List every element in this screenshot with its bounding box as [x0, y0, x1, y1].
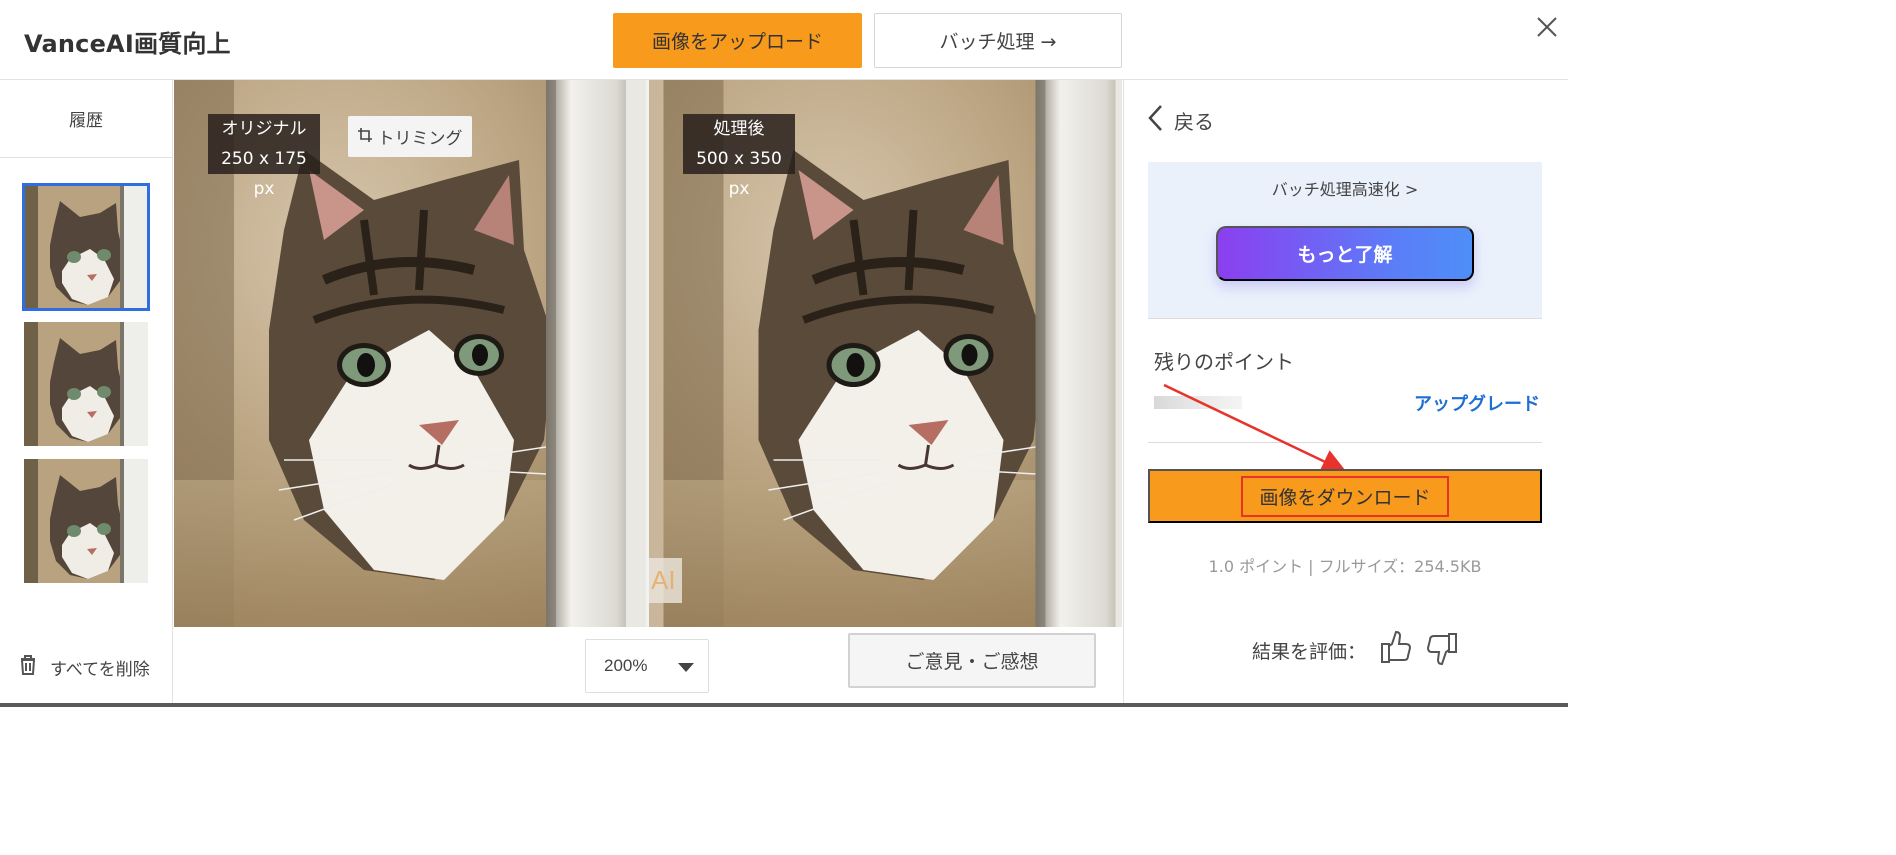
chevron-down-icon — [678, 663, 694, 672]
result-panel: 戻る バッチ処理高速化 > もっと了解 残りのポイント アップグレード 画像をダ… — [1123, 80, 1568, 703]
download-label: 画像をダウンロード — [1241, 475, 1449, 517]
back-label: 戻る — [1174, 110, 1214, 134]
original-info-tag: オリジナル 250 x 175 px — [208, 114, 320, 199]
app-title: VanceAI画質向上 — [24, 30, 231, 58]
promo-banner: バッチ処理高速化 > もっと了解 — [1148, 162, 1542, 318]
batch-processing-button[interactable]: バッチ処理 → — [874, 13, 1122, 68]
feedback-button[interactable]: ご意見・ご感想 — [848, 633, 1096, 688]
annotation-arrow — [1163, 383, 1347, 473]
viewer-bottom-bar: 200% ご意見・ご感想 — [174, 627, 1122, 703]
upload-image-button[interactable]: 画像をアップロード — [613, 13, 862, 68]
trash-icon — [18, 654, 38, 681]
divider — [1148, 318, 1542, 319]
remaining-points-title: 残りのポイント — [1154, 350, 1294, 374]
rate-label: 結果を評価： — [1252, 641, 1367, 663]
history-thumbnail[interactable] — [24, 459, 148, 583]
processed-label: 処理後 — [713, 119, 765, 139]
history-thumbnail[interactable] — [22, 183, 150, 311]
upgrade-link[interactable]: アップグレード — [1414, 390, 1540, 416]
back-button[interactable]: 戻る — [1146, 104, 1214, 137]
history-title: 履歴 — [0, 80, 172, 158]
zoom-value: 200% — [604, 656, 648, 675]
delete-all-label: すべてを削除 — [50, 660, 150, 680]
processed-info-tag: 処理後 500 x 350 px — [683, 114, 795, 199]
promo-link[interactable]: バッチ処理高速化 > — [1148, 176, 1542, 200]
history-thumbnail[interactable] — [24, 322, 148, 446]
window-bottom-edge — [0, 703, 1568, 707]
history-sidebar: 履歴 すべてを削除 — [0, 80, 173, 703]
learn-more-button[interactable]: もっと了解 — [1216, 226, 1474, 281]
processed-size: 500 x 350 px — [696, 149, 782, 199]
trim-button[interactable]: トリミング — [348, 116, 472, 157]
original-label: オリジナル — [221, 119, 307, 139]
crop-icon — [357, 127, 372, 147]
thumbs-down-icon[interactable] — [1426, 630, 1458, 671]
zoom-select[interactable]: 200% — [585, 639, 709, 693]
rate-result: 結果を評価： — [1252, 630, 1458, 671]
close-icon[interactable] — [1530, 12, 1562, 44]
delete-all-button[interactable]: すべてを削除 — [18, 654, 150, 681]
header-bar: VanceAI画質向上 画像をアップロード バッチ処理 → — [0, 0, 1568, 80]
watermark: AI — [649, 558, 682, 603]
image-comparison-viewer[interactable]: オリジナル 250 x 175 px トリミング 処理後 500 x 350 p… — [174, 80, 1122, 627]
original-size: 250 x 175 px — [221, 149, 307, 199]
thumbs-up-icon[interactable] — [1380, 630, 1412, 671]
points-and-filesize: 1.0 ポイント | フルサイズ：254.5KB — [1208, 557, 1482, 576]
download-image-button[interactable]: 画像をダウンロード — [1148, 469, 1542, 523]
trim-label: トリミング — [377, 129, 463, 149]
chevron-left-icon — [1146, 104, 1164, 137]
